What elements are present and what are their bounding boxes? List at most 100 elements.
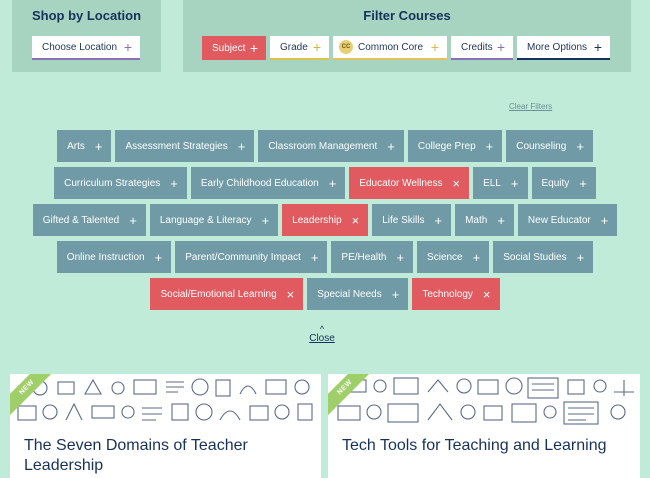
tag-row: Arts + Assessment Strategies + Classroom M… xyxy=(0,130,650,162)
course-card[interactable]: NEW Tech Tools for Teaching and Learning xyxy=(328,374,640,478)
common-core-filter-button[interactable]: CC Common Core + xyxy=(333,36,447,60)
subject-filter-label: Subject xyxy=(212,42,246,54)
subject-tag[interactable]: Language & Literacy + xyxy=(149,204,279,236)
subject-tag-label: Arts xyxy=(67,140,85,152)
subject-tag[interactable]: New Educator + xyxy=(517,204,618,236)
subject-tag[interactable]: ELL + xyxy=(473,167,528,199)
subject-tag[interactable]: PE/Health + xyxy=(331,241,414,273)
plus-icon: + xyxy=(593,39,602,55)
subject-tag[interactable]: Social Studies + xyxy=(493,241,594,273)
clear-filters-link[interactable]: Clear Filters xyxy=(509,102,552,111)
plus-icon: + xyxy=(154,249,163,265)
subject-tag[interactable]: Math + xyxy=(455,204,514,236)
plus-icon: + xyxy=(249,40,258,56)
plus-icon: + xyxy=(600,212,609,228)
subject-tag[interactable]: Assessment Strategies + xyxy=(115,130,255,162)
plus-icon: + xyxy=(237,138,246,154)
choose-location-label: Choose Location xyxy=(42,41,118,53)
subject-tag-label: Educator Wellness xyxy=(359,177,443,189)
subject-tag-label: Social/Emotional Learning xyxy=(160,288,277,300)
grade-filter-button[interactable]: Grade + xyxy=(270,36,329,60)
subject-tag-label: Parent/Community Impact xyxy=(185,251,301,263)
grade-filter-label: Grade xyxy=(280,41,308,53)
close-label: Close xyxy=(309,333,335,344)
subject-tag-label: Science xyxy=(427,251,463,263)
plus-icon: + xyxy=(261,212,270,228)
subject-tag[interactable]: Early Childhood Education + xyxy=(190,167,346,199)
tag-row: Gifted & Talented + Language & Literacy + … xyxy=(0,204,650,236)
subject-tag-label: Special Needs xyxy=(317,288,382,300)
subject-tag[interactable]: Science + xyxy=(417,241,490,273)
plus-icon: + xyxy=(510,175,519,191)
more-options-filter-button[interactable]: More Options + xyxy=(517,36,610,60)
plus-icon: + xyxy=(387,138,395,154)
plus-icon: + xyxy=(310,249,319,265)
subject-tag-label: Language & Literacy xyxy=(159,214,252,226)
filter-courses-panel: Filter Courses Subject + Grade + CC Comm… xyxy=(183,0,631,72)
course-illustration-image xyxy=(17,378,313,421)
subject-tag[interactable]: Parent/Community Impact + xyxy=(175,241,328,273)
common-core-filter-label: Common Core xyxy=(358,41,424,53)
subject-tag[interactable]: Gifted & Talented + xyxy=(32,204,146,236)
subject-tag[interactable]: Arts + xyxy=(57,130,112,162)
close-tags-link[interactable]: ^ Close xyxy=(309,324,335,345)
plus-icon: + xyxy=(430,39,439,55)
plus-icon: + xyxy=(496,39,505,55)
subject-tag-label: New Educator xyxy=(527,214,591,226)
more-options-filter-label: More Options xyxy=(527,41,588,53)
subject-tag-label: Equity xyxy=(541,177,570,189)
plus-icon: + xyxy=(391,286,400,302)
chevron-up-icon: ^ xyxy=(319,324,325,334)
subject-tag-label: ELL xyxy=(483,177,501,189)
subject-tag[interactable]: Curriculum Strategies + xyxy=(54,167,187,199)
plus-icon: + xyxy=(94,138,103,154)
course-card[interactable]: NEW The Seven Domains of Teacher Leaders… xyxy=(10,374,321,478)
subject-filter-button[interactable]: Subject + xyxy=(202,36,266,60)
subject-tag-selected[interactable]: Technology × xyxy=(412,278,500,310)
plus-icon: + xyxy=(170,175,178,191)
subject-tag-label: Assessment Strategies xyxy=(125,140,228,152)
subject-tag-label: Life Skills xyxy=(382,214,425,226)
subject-tag-label: College Prep xyxy=(417,140,476,152)
plus-icon: + xyxy=(123,39,132,55)
credits-filter-button[interactable]: Credits + xyxy=(451,36,513,60)
subject-tag-label: Curriculum Strategies xyxy=(64,177,161,189)
shop-by-location-title: Shop by Location xyxy=(31,8,142,23)
course-title[interactable]: Tech Tools for Teaching and Learning xyxy=(342,436,628,456)
plus-icon: + xyxy=(129,212,137,228)
plus-icon: + xyxy=(434,212,443,228)
subject-tag[interactable]: Online Instruction + xyxy=(56,241,172,273)
filter-courses-title: Filter Courses xyxy=(363,8,451,23)
close-icon: × xyxy=(286,286,295,302)
shop-by-location-panel: Shop by Location Choose Location + xyxy=(12,0,161,72)
subject-tag[interactable]: Counseling + xyxy=(506,130,593,162)
plus-icon: + xyxy=(579,175,587,191)
subject-tag-selected[interactable]: Educator Wellness × xyxy=(349,167,470,199)
subject-tag-label: Social Studies xyxy=(503,251,567,263)
credits-filter-label: Credits xyxy=(461,41,493,53)
subject-tag[interactable]: Equity + xyxy=(531,167,596,199)
subject-tag-selected[interactable]: Leadership × xyxy=(282,204,369,236)
subject-tag-label: Technology xyxy=(422,288,473,300)
close-icon: × xyxy=(482,286,491,302)
subject-tag-label: Leadership xyxy=(292,214,342,226)
tag-row: Social/Emotional Learning × Special Needs… xyxy=(0,278,650,310)
subject-tag-label: Classroom Management xyxy=(268,140,378,152)
subject-tag-selected[interactable]: Social/Emotional Learning × xyxy=(150,278,304,310)
course-illustration-image xyxy=(337,377,634,425)
plus-icon: + xyxy=(497,212,505,228)
choose-location-dropdown[interactable]: Choose Location + xyxy=(32,36,140,60)
subject-tag-label: Counseling xyxy=(516,140,567,152)
tag-row: Online Instruction + Parent/Community Imp… xyxy=(0,241,650,273)
subject-tag-label: Online Instruction xyxy=(66,251,145,263)
plus-icon: + xyxy=(576,138,584,154)
subject-tag[interactable]: Classroom Management + xyxy=(258,130,404,162)
subject-tag[interactable]: College Prep + xyxy=(407,130,503,162)
subject-tag[interactable]: Special Needs + xyxy=(307,278,409,310)
course-title[interactable]: The Seven Domains of Teacher Leadership xyxy=(24,436,309,476)
close-icon: × xyxy=(351,212,360,228)
close-icon: × xyxy=(452,175,461,191)
subject-tag[interactable]: Life Skills + xyxy=(372,204,452,236)
plus-icon: + xyxy=(485,138,494,154)
tag-row: Curriculum Strategies + Early Childhood E… xyxy=(0,167,650,199)
